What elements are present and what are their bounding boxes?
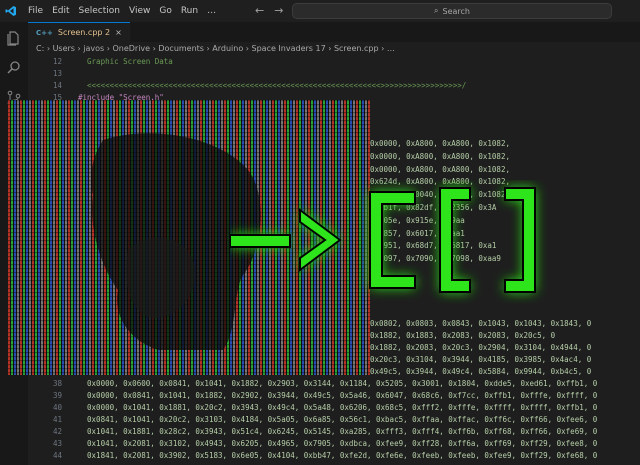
menu-file[interactable]: File	[28, 6, 43, 16]
menu-selection[interactable]: Selection	[79, 6, 120, 16]
code-line-fragment: 0x0802, 0x0803, 0x0843, 0x1043, 0x1043, …	[370, 319, 592, 328]
menu-edit[interactable]: Edit	[52, 6, 69, 16]
menu-go[interactable]: Go	[159, 6, 171, 16]
forward-arrow-icon[interactable]: →	[274, 4, 283, 17]
tab-label: Screen.cpp 2	[57, 28, 111, 37]
close-icon[interactable]: ×	[115, 28, 122, 37]
menu-more[interactable]: …	[207, 6, 216, 16]
search-icon[interactable]	[6, 60, 22, 76]
cpp-file-icon: C++	[36, 28, 53, 37]
menu-run[interactable]: Run	[181, 6, 198, 16]
explorer-files-icon[interactable]	[6, 30, 22, 46]
search-placeholder: Search	[442, 6, 470, 16]
code-line-fragment: 0x0000, 0xA800, 0xA800, 0x1082,	[370, 164, 510, 174]
tab-screen-cpp[interactable]: C++ Screen.cpp 2 ×	[28, 22, 130, 42]
arrow-to-c-array-art	[230, 187, 536, 293]
vscode-logo-icon[interactable]	[0, 0, 22, 22]
code-line-fragment: 0x49c5, 0x3944, 0x49c4, 0x5884, 0x9944, …	[370, 367, 592, 376]
title-bar: File Edit Selection View Go Run … ← → ⌕ …	[0, 0, 640, 22]
command-search-box[interactable]: ⌕ Search	[292, 3, 612, 19]
search-icon: ⌕	[434, 6, 439, 15]
back-arrow-icon[interactable]: ←	[255, 4, 264, 17]
code-line-fragment: 0x1882, 0x1883, 0x2083, 0x2083, 0x20c5, …	[370, 331, 556, 340]
code-line-fragment: 0x1882, 0x2083, 0x20c3, 0x2904, 0x3104, …	[370, 343, 592, 352]
menu-view[interactable]: View	[129, 6, 150, 16]
code-line-fragment: 0x0000, 0xA800, 0xA800, 0x1082,	[370, 139, 510, 148]
menu-bar: File Edit Selection View Go Run …	[28, 6, 216, 16]
code-line-fragment: 0x20c3, 0x3104, 0x3944, 0x4185, 0x3985, …	[370, 355, 592, 364]
code-line-fragment: 0x0000, 0xA800, 0xA800, 0x1082,	[370, 151, 510, 161]
editor-tabs: C++ Screen.cpp 2 ×	[28, 22, 640, 42]
